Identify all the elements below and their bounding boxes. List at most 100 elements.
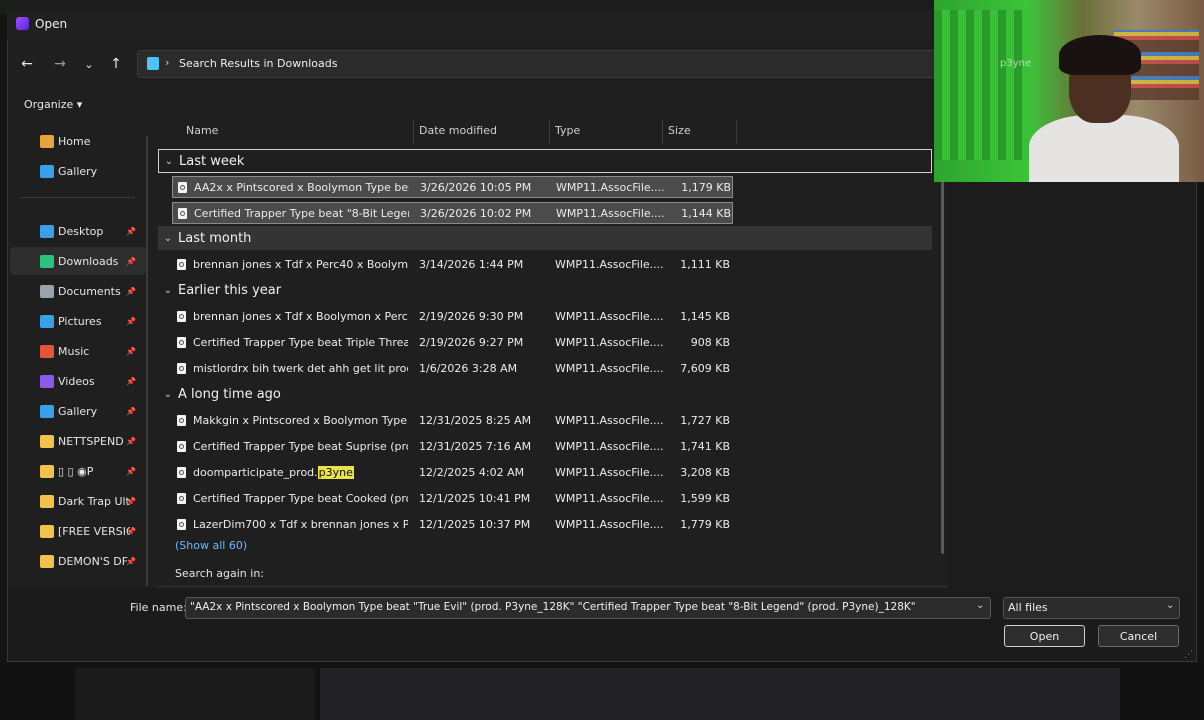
folder-icon xyxy=(40,464,54,478)
file-row[interactable]: Certified Trapper Type beat Triple Threa… xyxy=(172,332,733,354)
file-name-text: Certified Trapper Type beat Suprise (pro… xyxy=(193,440,408,453)
sidebar-item[interactable]: DEMON'S DF 📌 xyxy=(10,547,146,575)
videos-icon xyxy=(40,374,54,388)
group-header[interactable]: ⌄ Last week xyxy=(158,149,932,173)
file-size: 1,727 KB xyxy=(680,414,730,427)
sidebar-item[interactable]: Home xyxy=(10,127,146,155)
file-size: 1,145 KB xyxy=(680,310,730,323)
sidebar-item-label: NETTSPEND xyxy=(58,434,124,448)
column-header-size[interactable]: Size xyxy=(668,124,691,137)
group-header[interactable]: ⌄ Last month xyxy=(158,226,932,250)
file-name-text: Certified Trapper Type beat "8-Bit Legen… xyxy=(194,207,409,220)
group-label: Last week xyxy=(179,153,245,169)
file-name-text: doomparticipate_prod. xyxy=(193,466,318,479)
person-hair xyxy=(1059,35,1141,75)
file-size: 1,144 KB xyxy=(681,207,731,220)
sidebar-item-label: Desktop xyxy=(58,224,104,238)
audio-file-icon xyxy=(177,415,186,426)
file-list-scrollbar[interactable] xyxy=(941,150,944,554)
file-row[interactable]: Certified Trapper Type beat Cooked (pro.… xyxy=(172,488,733,510)
sidebar-item[interactable]: [FREE VERSIC 📌 xyxy=(10,517,146,545)
file-row[interactable]: doomparticipate_prod.p3yne 12/2/2025 4:02… xyxy=(172,462,733,484)
collapse-chevron-icon[interactable]: ⌄ xyxy=(158,389,178,400)
sidebar-item[interactable]: Desktop 📌 xyxy=(10,217,146,245)
recent-locations-chevron-icon[interactable]: ⌄ xyxy=(77,52,101,76)
group-header[interactable]: ⌄ A long time ago xyxy=(158,382,932,406)
group-header[interactable]: ⌄ Earlier this year xyxy=(158,278,932,302)
sidebar-item-label: Home xyxy=(58,134,91,148)
file-row[interactable]: Certified Trapper Type beat "8-Bit Legen… xyxy=(172,202,733,224)
sidebar-item[interactable]: Dark Trap Ult 📌 xyxy=(10,487,146,515)
resize-grip-icon[interactable]: ⋰ xyxy=(1184,650,1193,660)
file-name-text: LazerDim700 x Tdf x brennan jones x Perc… xyxy=(193,518,408,531)
chevron-down-icon[interactable]: ⌄ xyxy=(976,600,984,611)
file-row[interactable]: Certified Trapper Type beat Suprise (pro… xyxy=(172,436,733,458)
file-name-text: AA2x x Pintscored x Boolymon Type beat .… xyxy=(194,181,409,194)
sidebar-item[interactable]: Gallery xyxy=(10,157,146,185)
chevron-down-icon[interactable]: ⌄ xyxy=(1166,600,1174,611)
file-type-value[interactable]: All files xyxy=(1008,601,1048,614)
sidebar-item-label: Gallery xyxy=(58,404,98,418)
app-icon xyxy=(16,17,29,30)
file-name: AA2x x Pintscored x Boolymon Type beat .… xyxy=(194,181,409,194)
sidebar-item-label: ▯ ▯ ◉P xyxy=(58,464,94,478)
sidebar-scrollbar[interactable] xyxy=(146,136,148,586)
collapse-chevron-icon[interactable]: ⌄ xyxy=(158,285,178,296)
sidebar-item[interactable]: Videos 📌 xyxy=(10,367,146,395)
file-row[interactable]: LazerDim700 x Tdf x brennan jones x Perc… xyxy=(172,514,733,536)
sidebar-item[interactable]: NETTSPEND 📌 xyxy=(10,427,146,455)
file-row[interactable]: AA2x x Pintscored x Boolymon Type beat .… xyxy=(172,176,733,198)
column-header-date[interactable]: Date modified xyxy=(419,124,497,137)
sidebar-item[interactable]: ▯ ▯ ◉P 📌 xyxy=(10,457,146,485)
collapse-chevron-icon[interactable]: ⌄ xyxy=(159,156,179,167)
search-highlight: p3yne xyxy=(317,466,354,479)
audio-file-icon xyxy=(177,337,186,348)
sidebar-item[interactable]: Downloads 📌 xyxy=(10,247,146,275)
sidebar-item[interactable]: Music 📌 xyxy=(10,337,146,365)
pin-icon: 📌 xyxy=(126,406,136,416)
pin-icon: 📌 xyxy=(126,346,136,356)
background-panel-right xyxy=(320,668,1120,720)
column-separator[interactable] xyxy=(736,120,737,144)
dialog-title: Open xyxy=(35,17,68,31)
file-name: brennan jones x Tdf x Boolymon x Perc40.… xyxy=(193,310,408,323)
file-name: brennan jones x Tdf x Perc40 x Boolymon.… xyxy=(193,258,408,271)
show-all-link[interactable]: (Show all 60) xyxy=(175,539,247,552)
sidebar-item[interactable]: Documents 📌 xyxy=(10,277,146,305)
pin-icon: 📌 xyxy=(126,316,136,326)
file-date: 12/31/2025 8:25 AM xyxy=(419,414,532,427)
file-row[interactable]: mistlordrx bih twerk det ahh get lit pro… xyxy=(172,358,733,380)
column-header-name[interactable]: Name xyxy=(186,124,218,137)
up-arrow-icon[interactable]: ↑ xyxy=(104,52,128,76)
webcam-text: p3yne xyxy=(1000,58,1032,69)
breadcrumb[interactable]: Search Results in Downloads xyxy=(179,57,337,70)
pin-icon: 📌 xyxy=(126,496,136,506)
organize-button[interactable]: Organize ▾ xyxy=(24,98,82,111)
forward-arrow-icon[interactable]: → xyxy=(48,52,72,76)
sidebar-item[interactable]: Pictures 📌 xyxy=(10,307,146,335)
file-name: doomparticipate_prod.p3yne xyxy=(193,466,408,479)
file-row[interactable]: brennan jones x Tdf x Boolymon x Perc40.… xyxy=(172,306,733,328)
column-separator[interactable] xyxy=(549,120,550,144)
breadcrumb-chevron-icon[interactable]: › xyxy=(165,56,169,69)
file-date: 2/19/2026 9:27 PM xyxy=(419,336,524,349)
file-row[interactable]: brennan jones x Tdf x Perc40 x Boolymon.… xyxy=(172,254,733,276)
file-name-value[interactable]: "AA2x x Pintscored x Boolymon Type beat … xyxy=(190,601,970,613)
sidebar-item-label: [FREE VERSIC xyxy=(58,524,130,538)
open-button[interactable]: Open xyxy=(1004,625,1085,647)
file-size: 3,208 KB xyxy=(680,466,730,479)
cancel-button[interactable]: Cancel xyxy=(1098,625,1179,647)
audio-file-icon xyxy=(177,363,186,374)
file-name-text: brennan jones x Tdf x Perc40 x Boolymon.… xyxy=(193,258,408,271)
sidebar-item[interactable]: Gallery 📌 xyxy=(10,397,146,425)
column-separator[interactable] xyxy=(662,120,663,144)
column-header-type[interactable]: Type xyxy=(555,124,580,137)
back-arrow-icon[interactable]: ← xyxy=(15,52,39,76)
sidebar-item-label: Dark Trap Ult xyxy=(58,494,130,508)
file-name: mistlordrx bih twerk det ahh get lit pro… xyxy=(193,362,408,375)
file-row[interactable]: Makkgin x Pintscored x Boolymon Type b..… xyxy=(172,410,733,432)
collapse-chevron-icon[interactable]: ⌄ xyxy=(158,233,178,244)
file-name: LazerDim700 x Tdf x brennan jones x Perc… xyxy=(193,518,408,531)
column-separator[interactable] xyxy=(413,120,414,144)
search-again-label: Search again in: xyxy=(175,567,265,580)
